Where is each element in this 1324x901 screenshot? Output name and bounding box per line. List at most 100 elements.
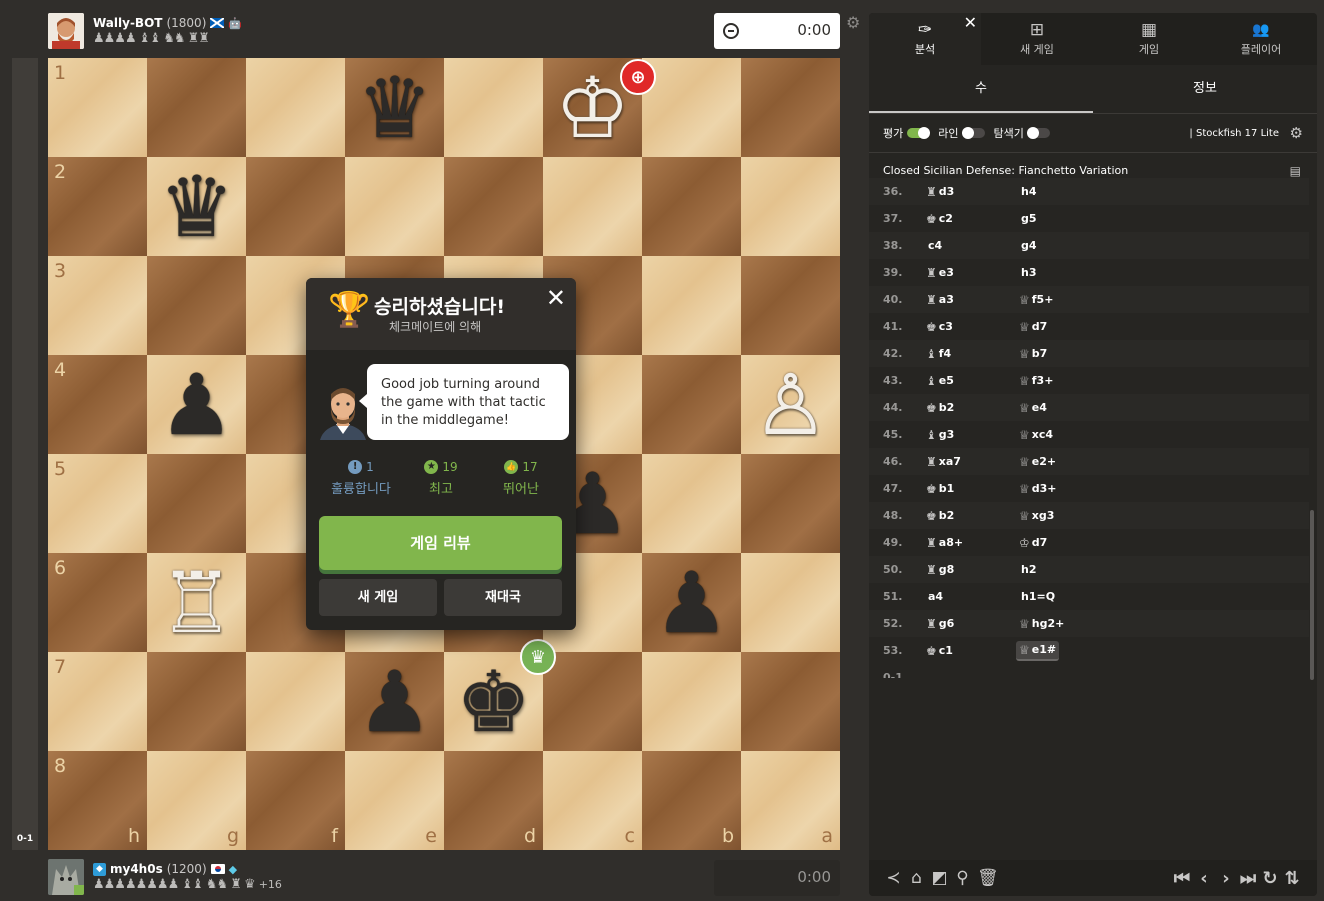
white-move[interactable]: ♝ f4 — [926, 347, 1016, 361]
board-square[interactable]: 8h — [48, 751, 147, 850]
white-move[interactable]: ♜ e3 — [926, 266, 1016, 280]
black-move[interactable]: g4 — [1016, 237, 1040, 254]
tab-new-game[interactable]: ⊞ 새 게임 — [981, 13, 1093, 65]
white-move[interactable]: a4 — [926, 590, 1016, 603]
black-move[interactable]: ♕ b7 — [1016, 345, 1050, 363]
black-pawn-icon[interactable]: ♟ — [642, 553, 741, 652]
white-move[interactable]: ♚ b2 — [926, 509, 1016, 523]
board-square[interactable] — [345, 157, 444, 256]
last-move-icon[interactable]: ⏭ — [1237, 868, 1259, 889]
board-square[interactable]: 5 — [48, 454, 147, 553]
black-move[interactable]: ♕ xc4 — [1016, 426, 1056, 444]
board-square[interactable]: d — [444, 751, 543, 850]
board-square[interactable] — [642, 58, 741, 157]
board-square[interactable]: 6 — [48, 553, 147, 652]
board-square[interactable]: 3 — [48, 256, 147, 355]
engine-settings-gear-icon[interactable]: ⚙ — [1290, 124, 1303, 142]
board-square[interactable] — [741, 652, 840, 751]
board-square[interactable] — [246, 652, 345, 751]
next-move-icon[interactable]: › — [1215, 868, 1237, 889]
black-move[interactable]: ♕ e1# — [1016, 640, 1060, 661]
board-square[interactable] — [642, 454, 741, 553]
magnifier-icon[interactable]: ⚲ — [954, 868, 971, 888]
white-move[interactable]: ♜ g6 — [926, 617, 1016, 631]
white-rook-icon[interactable]: ♖ — [147, 553, 246, 652]
board-square[interactable]: a — [741, 751, 840, 850]
board-square[interactable] — [741, 157, 840, 256]
white-move[interactable]: ♚ c2 — [926, 212, 1016, 226]
board-square[interactable] — [642, 157, 741, 256]
white-move[interactable]: ♜ d3 — [926, 185, 1016, 199]
black-queen-icon[interactable]: ♛ — [345, 58, 444, 157]
analysis-board-icon[interactable]: ◩ — [931, 868, 948, 888]
white-move[interactable]: ♜ xa7 — [926, 455, 1016, 469]
board-square[interactable]: e — [345, 751, 444, 850]
board-square[interactable] — [543, 652, 642, 751]
white-move[interactable]: ♜ a8+ — [926, 536, 1016, 550]
rotate-icon[interactable]: ↻ — [1259, 868, 1281, 889]
black-move[interactable]: g5 — [1016, 210, 1040, 227]
board-square[interactable]: b — [642, 751, 741, 850]
board-square[interactable]: 4 — [48, 355, 147, 454]
board-square[interactable]: f — [246, 751, 345, 850]
share-icon[interactable]: ≺ — [885, 868, 902, 888]
user-avatar[interactable] — [48, 859, 84, 895]
black-move[interactable]: ♕ hg2+ — [1016, 615, 1067, 633]
white-move[interactable]: ♚ b1 — [926, 482, 1016, 496]
board-square[interactable]: 7 — [48, 652, 147, 751]
board-square[interactable] — [444, 157, 543, 256]
board-square[interactable] — [741, 454, 840, 553]
tab-analysis[interactable]: ✑ 분석 ✕ — [869, 13, 981, 65]
board-square[interactable] — [642, 652, 741, 751]
board-square[interactable] — [147, 256, 246, 355]
black-move[interactable]: ♕ d3+ — [1016, 480, 1060, 498]
board-square[interactable]: 1 — [48, 58, 147, 157]
board-square[interactable]: g — [147, 751, 246, 850]
board-square[interactable]: ♛ — [345, 58, 444, 157]
first-move-icon[interactable]: ⏮ — [1171, 868, 1193, 889]
board-square[interactable]: 2 — [48, 157, 147, 256]
bot-avatar[interactable] — [48, 13, 84, 49]
black-pawn-icon[interactable]: ♟ — [345, 652, 444, 751]
board-square[interactable] — [543, 157, 642, 256]
white-move[interactable]: ♝ g3 — [926, 428, 1016, 442]
toggle-eval[interactable]: 평가 — [883, 125, 931, 141]
black-move[interactable]: h4 — [1016, 183, 1040, 200]
tab-players[interactable]: 👥 플레이어 — [1205, 13, 1317, 65]
close-icon[interactable]: ✕ — [546, 284, 566, 312]
top-player-name[interactable]: Wally-BOT — [93, 16, 162, 30]
toggle-explorer[interactable]: 탐색기 — [994, 125, 1050, 141]
move-list[interactable]: 36. ♜ d3 h4 37. ♚ c2 g5 38. c4 g4 39. ♜ e3 h3 40. ♜ a3 ♕ f5… — [869, 178, 1309, 678]
museum-icon[interactable]: ⌂ — [908, 868, 925, 888]
subtab-moves[interactable]: 수 — [869, 65, 1093, 113]
white-move[interactable]: c4 — [926, 239, 1016, 252]
board-settings-gear-icon[interactable]: ⚙ — [846, 13, 860, 32]
board-square[interactable]: c — [543, 751, 642, 850]
toggle-lines[interactable]: 라인 — [938, 125, 985, 141]
white-pawn-icon[interactable]: ♙ — [741, 355, 840, 454]
black-move[interactable]: h1=Q — [1016, 588, 1058, 605]
black-move[interactable]: h3 — [1016, 264, 1040, 281]
flip-board-icon[interactable]: ⇅ — [1281, 868, 1303, 889]
black-move[interactable]: ♕ d7 — [1016, 318, 1050, 336]
lines-switch[interactable] — [961, 127, 985, 139]
black-move[interactable]: ♕ f5+ — [1016, 291, 1056, 309]
explorer-switch[interactable] — [1026, 127, 1050, 139]
white-move[interactable]: ♚ c3 — [926, 320, 1016, 334]
white-move[interactable]: ♜ g8 — [926, 563, 1016, 577]
rematch-button[interactable]: 재대국 — [444, 579, 562, 616]
white-move[interactable]: ♚ b2 — [926, 401, 1016, 415]
previous-move-icon[interactable]: ‹ — [1193, 868, 1215, 889]
black-move[interactable]: ♕ e2+ — [1016, 453, 1059, 471]
white-move[interactable]: ♜ a3 — [926, 293, 1016, 307]
move-list-scrollbar[interactable] — [1310, 510, 1314, 680]
board-square[interactable] — [642, 256, 741, 355]
black-move[interactable]: ♕ e4 — [1016, 399, 1050, 417]
eval-switch[interactable] — [907, 127, 931, 139]
new-game-button[interactable]: 새 게임 — [319, 579, 437, 616]
trash-icon[interactable]: 🗑 — [977, 868, 999, 888]
black-move[interactable]: ♔ d7 — [1016, 534, 1050, 552]
black-move[interactable]: h2 — [1016, 561, 1040, 578]
black-move[interactable]: ♕ f3+ — [1016, 372, 1056, 390]
board-square[interactable] — [246, 157, 345, 256]
